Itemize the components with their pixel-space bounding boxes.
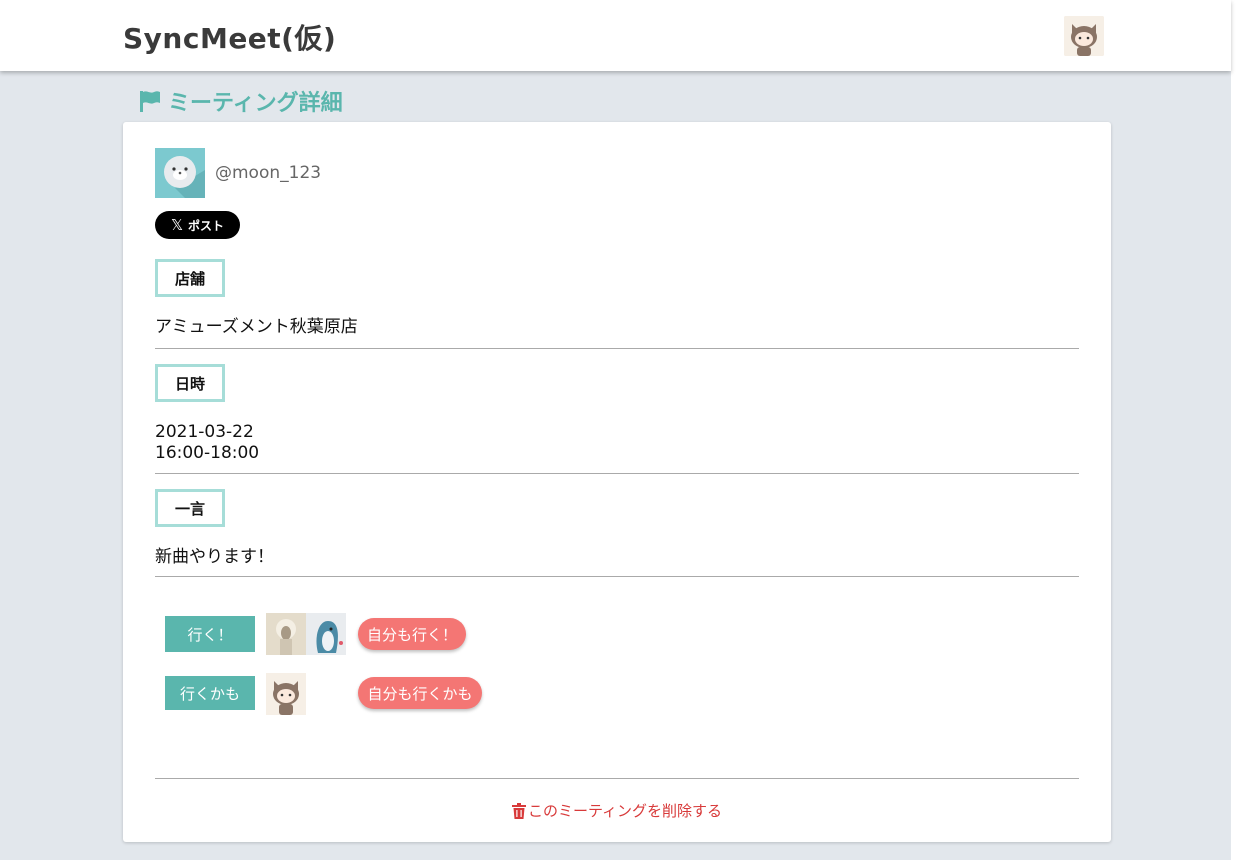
app-header: SyncMeet(仮) bbox=[0, 0, 1231, 71]
window-edge bbox=[1231, 0, 1236, 860]
meeting-detail-card: @moon_123 𝕏 ポスト 店舗 アミューズメント秋葉原店 日時 2021-… bbox=[123, 122, 1111, 842]
join-maybe-button[interactable]: 自分も行くかも bbox=[358, 677, 482, 709]
store-value: アミューズメント秋葉原店 bbox=[155, 317, 358, 337]
divider bbox=[155, 473, 1079, 474]
cat-avatar-icon[interactable] bbox=[266, 673, 306, 715]
meeting-date: 2021-03-22 bbox=[155, 422, 254, 442]
app-title[interactable]: SyncMeet(仮) bbox=[123, 17, 336, 57]
organizer-username[interactable]: @moon_123 bbox=[215, 163, 321, 183]
maybe-status-label: 行くかも bbox=[165, 676, 255, 710]
divider bbox=[155, 348, 1079, 349]
share-post-button[interactable]: 𝕏 ポスト bbox=[155, 211, 240, 239]
share-post-label: ポスト bbox=[188, 218, 225, 233]
sheep-avatar-icon[interactable] bbox=[266, 613, 306, 655]
delete-meeting-link[interactable]: このミーティングを削除する bbox=[123, 800, 1111, 821]
cat-avatar-icon[interactable] bbox=[1064, 16, 1104, 56]
page-heading: ミーティング詳細 bbox=[138, 85, 343, 117]
flag-icon bbox=[140, 91, 160, 112]
meeting-time: 16:00-18:00 bbox=[155, 443, 260, 463]
divider bbox=[155, 576, 1079, 577]
trash-icon bbox=[511, 802, 526, 819]
datetime-label: 日時 bbox=[155, 364, 225, 402]
delete-meeting-label: このミーティングを削除する bbox=[527, 802, 723, 820]
penguin-avatar-icon[interactable] bbox=[306, 613, 346, 655]
comment-value: 新曲やります！ bbox=[155, 547, 274, 567]
going-status-label: 行く！ bbox=[165, 616, 255, 652]
organizer-row: @moon_123 bbox=[155, 148, 321, 198]
seal-avatar-icon[interactable] bbox=[155, 148, 205, 198]
comment-label: 一言 bbox=[155, 489, 225, 527]
store-label: 店舗 bbox=[155, 259, 225, 297]
x-logo-icon: 𝕏 bbox=[170, 216, 184, 234]
page-title: ミーティング詳細 bbox=[168, 91, 343, 116]
join-going-button[interactable]: 自分も行く！ bbox=[358, 618, 466, 650]
divider bbox=[155, 778, 1079, 779]
